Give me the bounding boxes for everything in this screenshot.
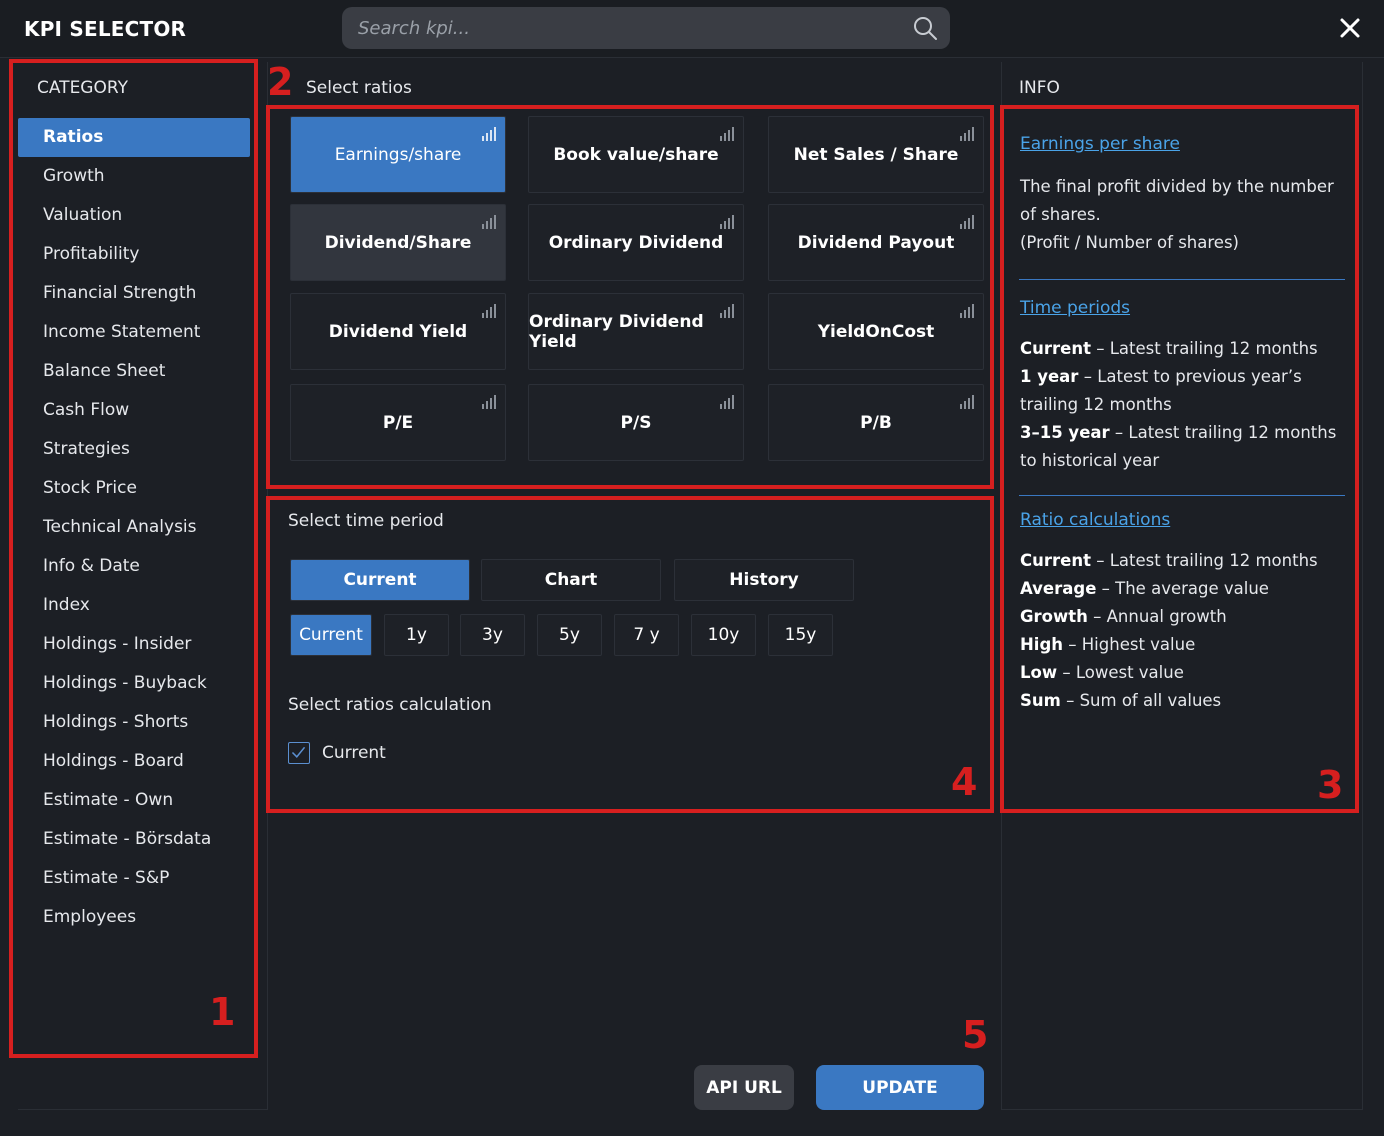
- select-ratios-heading: Select ratios: [306, 78, 412, 98]
- app-title: KPI SELECTOR: [24, 17, 187, 41]
- annotation-box-4: [266, 496, 994, 813]
- search-icon[interactable]: [912, 15, 938, 41]
- close-icon[interactable]: [1336, 14, 1364, 42]
- annotation-box-1: [9, 59, 258, 1058]
- api-url-button[interactable]: API URL: [694, 1065, 794, 1110]
- annotation-number-1: 1: [209, 990, 236, 1034]
- annotation-number-2: 2: [267, 60, 294, 104]
- annotation-number-3: 3: [1317, 763, 1344, 807]
- annotation-box-2: [266, 105, 994, 489]
- annotation-number-4: 4: [951, 760, 978, 804]
- update-button[interactable]: UPDATE: [816, 1065, 984, 1110]
- search-input[interactable]: [342, 7, 902, 49]
- annotation-number-5: 5: [962, 1013, 989, 1057]
- annotation-box-3: [1000, 105, 1359, 813]
- info-heading: INFO: [1019, 78, 1060, 98]
- search-box[interactable]: [342, 7, 950, 49]
- title-bar: KPI SELECTOR: [0, 0, 1384, 58]
